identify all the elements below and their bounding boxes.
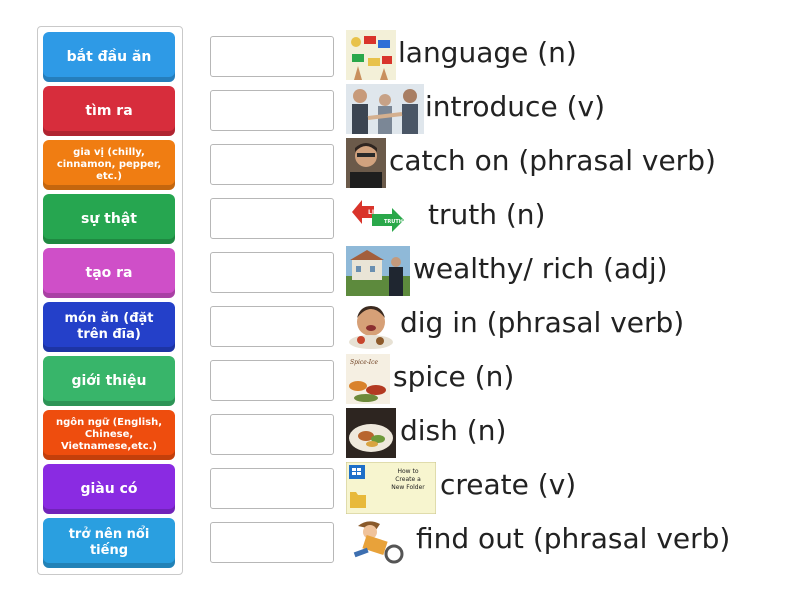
lie-truth-arrows-icon: LIE TRUTH (346, 192, 410, 242)
word-introduce: introduce (v) (425, 90, 605, 123)
tile-tro-nen-noi-tieng[interactable]: trở nên nổi tiếng (43, 518, 175, 568)
tile-giau-co[interactable]: giàu có (43, 464, 175, 514)
svg-text:How to: How to (397, 468, 418, 475)
word-wealthy: wealthy/ rich (adj) (413, 252, 668, 285)
svg-text:TRUTH: TRUTH (384, 219, 403, 225)
word-find-out: find out (phrasal verb) (416, 522, 731, 555)
word-spice: spice (n) (393, 360, 515, 393)
drop-slot-9[interactable] (210, 468, 334, 509)
drop-slot-10[interactable] (210, 522, 334, 563)
tile-tim-ra[interactable]: tìm ra (43, 86, 175, 136)
word-catch-on: catch on (phrasal verb) (389, 144, 716, 177)
drop-slot-7[interactable] (210, 360, 334, 401)
drop-slot-4[interactable] (210, 198, 334, 239)
spices-icon: Spice-Ice (346, 354, 390, 404)
tile-gia-vi[interactable]: gia vị (chilly, cinnamon, pepper, etc.) (43, 140, 175, 190)
tile-su-that[interactable]: sự thật (43, 194, 175, 244)
svg-text:New Folder: New Folder (391, 484, 425, 491)
drop-slot-3[interactable] (210, 144, 334, 185)
detective-icon (346, 516, 412, 566)
svg-text:Create a: Create a (395, 476, 421, 483)
food-plate-icon (346, 408, 396, 458)
drop-slot-2[interactable] (210, 90, 334, 131)
tile-mon-an[interactable]: món ăn (đặt trên đĩa) (43, 302, 175, 352)
portrait-icon (346, 138, 386, 188)
drop-slot-5[interactable] (210, 252, 334, 293)
word-truth: truth (n) (428, 198, 546, 231)
new-folder-icon: How to Create a New Folder (346, 462, 436, 514)
tile-ngon-ngu[interactable]: ngôn ngữ (English, Chinese, Vietnamese,e… (43, 410, 175, 460)
word-dish: dish (n) (400, 414, 507, 447)
drop-slot-8[interactable] (210, 414, 334, 455)
eating-icon (346, 300, 396, 350)
handshake-icon (346, 84, 424, 134)
tile-bat-dau-an[interactable]: bắt đầu ăn (43, 32, 175, 82)
word-dig-in: dig in (phrasal verb) (400, 306, 685, 339)
tile-tao-ra[interactable]: tạo ra (43, 248, 175, 298)
word-language: language (n) (398, 36, 577, 69)
flags-icon (346, 30, 396, 80)
mansion-icon (346, 246, 410, 296)
drop-slot-1[interactable] (210, 36, 334, 77)
svg-text:Spice-Ice: Spice-Ice (350, 359, 379, 366)
word-create: create (v) (440, 468, 577, 501)
drop-slot-6[interactable] (210, 306, 334, 347)
svg-text:LIE: LIE (368, 209, 378, 216)
tile-gioi-thieu[interactable]: giới thiệu (43, 356, 175, 406)
